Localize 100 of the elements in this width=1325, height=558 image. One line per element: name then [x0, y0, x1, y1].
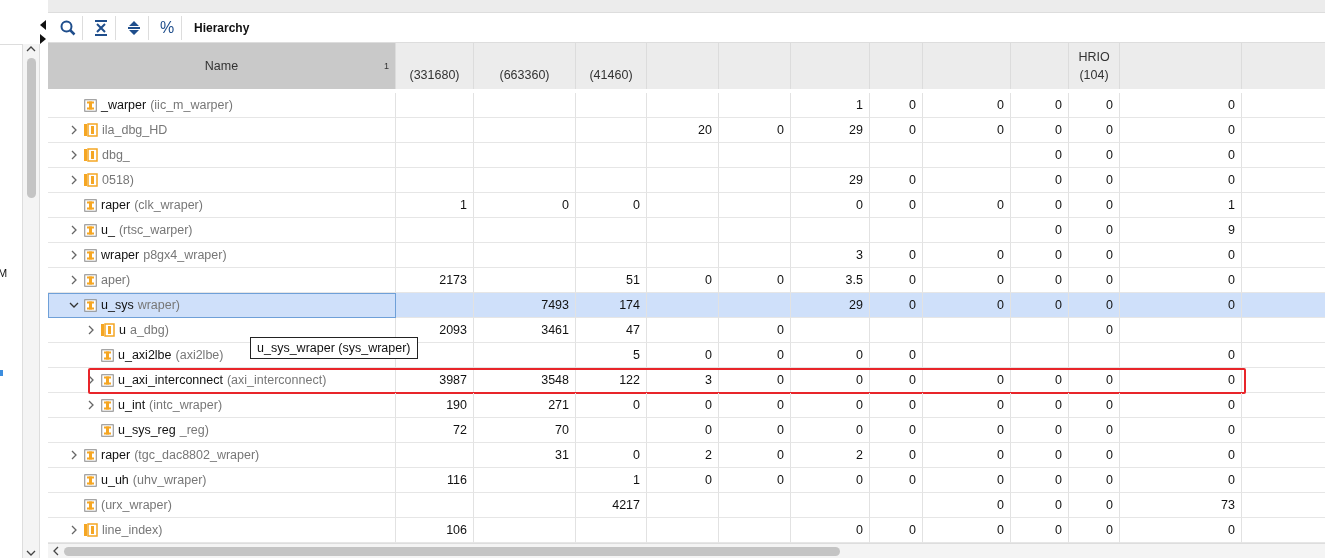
column-header[interactable]: Name 1	[48, 43, 396, 90]
scroll-left-icon[interactable]	[52, 546, 60, 557]
table-cell: 3987	[439, 373, 467, 388]
table-cell: 0	[777, 473, 784, 488]
module-icon	[101, 423, 114, 437]
table-cell: 0	[1106, 523, 1113, 538]
table-row[interactable]: u_uh (uhv_wraper) 116 1 0 0 0 0 0 0 0 0	[48, 468, 1325, 494]
table-cell: 0	[909, 523, 916, 538]
table-cell: 0	[1055, 98, 1062, 113]
instance-name: raper	[101, 448, 131, 463]
table-cell: 0	[1106, 273, 1113, 288]
table-cell: 0	[909, 198, 916, 213]
module-name: dbg_	[102, 148, 130, 163]
table-cell: 0	[997, 448, 1004, 463]
table-row[interactable]: u_sys wraper) 7493 174 29 0 0 0 0 0	[48, 293, 1325, 319]
table-cell: 0	[856, 423, 863, 438]
table-cell: 0	[1106, 473, 1113, 488]
table-cell: 0	[1106, 223, 1113, 238]
table-cell: 0	[997, 523, 1004, 538]
table-row[interactable]: (urx_wraper) 4217 0 0 0 73	[48, 493, 1325, 519]
table-cell: 0	[1228, 523, 1235, 538]
column-header[interactable]: (663360)	[474, 43, 576, 90]
table-row[interactable]: u_sys_reg _reg) 72 70 0 0 0 0 0 0 0 0	[48, 418, 1325, 444]
marker-icon	[0, 370, 3, 376]
table-cell: 47	[626, 323, 640, 338]
column-header[interactable]: (331680)	[396, 43, 474, 90]
table-cell: 0	[705, 273, 712, 288]
table-row[interactable]: _warper (iic_m_warper) 1 0 0 0 0 0	[48, 93, 1325, 119]
table-cell: 0	[705, 348, 712, 363]
module-name: p8gx4_wraper)	[143, 248, 227, 263]
scrollbar-thumb[interactable]	[64, 546, 840, 556]
table-cell: 0	[1055, 223, 1062, 238]
table-row[interactable]: dbg_ 0 0 0	[48, 143, 1325, 169]
table-row[interactable]: u_int (intc_wraper) 190 271 0 0 0 0 0 0 0 0 0	[48, 393, 1325, 419]
scroll-up-icon[interactable]	[25, 44, 37, 54]
instance-name: u_	[101, 223, 115, 238]
table-cell: 0	[1106, 98, 1113, 113]
table-row[interactable]: wraper p8gx4_wraper) 3 0 0 0 0 0	[48, 243, 1325, 269]
table-cell: 1	[1228, 198, 1235, 213]
table-cell: 0	[1055, 173, 1062, 188]
scrollbar-thumb[interactable]	[26, 58, 36, 198]
module-icon	[84, 498, 97, 512]
table-cell: 0	[909, 273, 916, 288]
search-icon[interactable]	[60, 19, 76, 36]
table-cell: 0	[777, 323, 784, 338]
table-cell: 0	[1106, 298, 1113, 313]
table-cell: 0	[1055, 498, 1062, 513]
table-cell: 5	[633, 348, 640, 363]
table-cell: 29	[849, 123, 863, 138]
table-cell: 1	[633, 473, 640, 488]
table-row[interactable]: u_axi_interconnect (axi_interconnect) 3987 3548 122 3 0 0 0 0 0 0 0	[48, 368, 1325, 394]
table-cell: 3461	[541, 323, 569, 338]
collapse-left-icon[interactable]	[40, 20, 46, 30]
table-cell: 122	[619, 373, 640, 388]
module-name: (urx_wraper)	[101, 498, 172, 513]
table-cell: 0	[997, 273, 1004, 288]
table-cell: 0	[1106, 498, 1113, 513]
table-cell: 0	[1055, 123, 1062, 138]
module-stack-icon	[84, 523, 98, 538]
percent-button[interactable]: %	[153, 15, 182, 40]
table-row[interactable]: 0518) 29 0 0 0 0	[48, 168, 1325, 194]
module-icon	[84, 298, 97, 312]
table-cell: 0	[909, 298, 916, 313]
table-cell: 20	[698, 123, 712, 138]
module-icon	[84, 223, 97, 237]
table-cell: 3.5	[845, 273, 863, 288]
table-cell: 0	[777, 398, 784, 413]
table-row[interactable]: raper (tgc_dac8802_wraper) 31 0 2 0 2 0 0 0 0 0	[48, 443, 1325, 469]
table-cell: 0	[909, 348, 916, 363]
table-cell: 2	[705, 448, 712, 463]
panel-title: Hierarchy	[194, 20, 250, 35]
scroll-down-icon[interactable]	[25, 548, 37, 558]
instance-name: u	[119, 323, 126, 338]
table-cell: 0	[997, 248, 1004, 263]
module-stack-icon	[84, 148, 98, 163]
table-cell: 0	[909, 398, 916, 413]
instance-name: _warper	[101, 98, 147, 113]
table-cell: 72	[453, 423, 467, 438]
table-cell: 1	[460, 198, 467, 213]
table-cell: 0	[909, 173, 916, 188]
table-row[interactable]: raper (clk_wraper) 1 0 0 0 0 0 0 0 1	[48, 193, 1325, 219]
table-cell: 29	[849, 173, 863, 188]
expand-all-icon[interactable]	[127, 19, 141, 36]
table-row[interactable]: ila_dbg_HD 20 0 29 0 0 0 0 0	[48, 118, 1325, 144]
table-cell: 0	[909, 448, 916, 463]
collapse-all-icon[interactable]	[94, 19, 108, 36]
expand-right-icon[interactable]	[40, 34, 46, 44]
module-name: (axi_interconnect)	[226, 373, 327, 388]
table-cell: 0	[1106, 248, 1113, 263]
module-name: wraper)	[137, 298, 181, 313]
column-header[interactable]: HRIO (104)	[1069, 43, 1120, 90]
module-icon	[84, 98, 97, 112]
table-row[interactable]: u_ (rtsc_warper) 0 0 9	[48, 218, 1325, 244]
column-header[interactable]: (41460)	[576, 43, 647, 90]
table-cell: 0	[909, 123, 916, 138]
module-icon	[84, 448, 97, 462]
table-cell: 0	[633, 448, 640, 463]
table-cell: 0	[1228, 448, 1235, 463]
table-cell: 4217	[612, 498, 640, 513]
table-cell: 1	[856, 98, 863, 113]
